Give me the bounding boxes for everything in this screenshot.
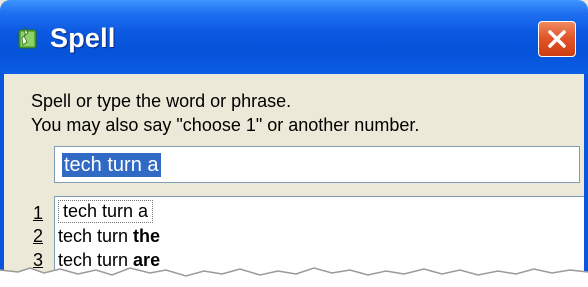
spell-input-value: tech turn a	[62, 153, 161, 177]
suggestion-text-2: tech turn	[58, 226, 134, 246]
suggestion-bold-2: the	[133, 226, 161, 246]
speech-app-icon	[18, 26, 38, 49]
instruction-line-2: You may also say "choose 1" or another n…	[31, 115, 420, 135]
suggestion-item-2[interactable]: tech turn the	[58, 226, 160, 247]
spell-dialog: Spell Spell or type the word or phrase. …	[0, 0, 588, 287]
spell-input[interactable]: tech turn a	[54, 146, 580, 183]
torn-edge	[0, 267, 588, 287]
window-title: Spell	[50, 23, 116, 53]
title-bar[interactable]: Spell	[0, 0, 588, 74]
close-icon	[548, 30, 566, 48]
suggestion-item-1[interactable]: tech turn a	[58, 200, 154, 223]
window-frame-right	[584, 74, 588, 287]
window-frame-left	[0, 74, 4, 287]
instructions: Spell or type the word or phrase. You ma…	[31, 89, 419, 137]
suggestion-text-1: tech turn a	[63, 201, 149, 221]
suggestion-number-1[interactable]: 1	[33, 203, 43, 224]
instruction-line-1: Spell or type the word or phrase.	[31, 91, 292, 111]
suggestion-number-2[interactable]: 2	[33, 226, 43, 247]
close-button[interactable]	[538, 21, 576, 57]
